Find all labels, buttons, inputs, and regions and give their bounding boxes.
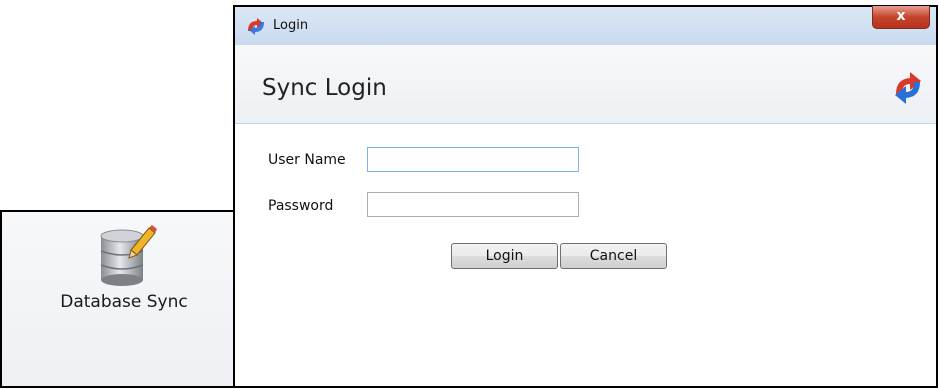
password-label: Password [268,198,334,214]
database-pencil-icon [100,225,157,286]
close-button[interactable]: x [872,6,930,29]
password-input[interactable] [367,192,579,217]
dialog-header: Sync Login [235,45,936,124]
database-sync-label: Database Sync [60,292,188,312]
database-sync-button[interactable]: Database Sync [44,222,204,312]
page-title: Sync Login [262,75,387,101]
window-title: Login [273,18,309,33]
username-input[interactable] [367,147,579,172]
username-label: User Name [268,152,346,168]
sync-arrows-icon [248,18,264,35]
login-window: Login x Sync Login User Name Password Lo… [233,5,938,388]
sync-arrows-icon [895,72,921,104]
cancel-button[interactable]: Cancel [560,243,667,269]
close-icon: x [896,8,906,24]
title-bar[interactable]: Login x [235,6,936,46]
ribbon-panel: Database Sync [0,210,234,388]
login-button[interactable]: Login [451,243,558,269]
